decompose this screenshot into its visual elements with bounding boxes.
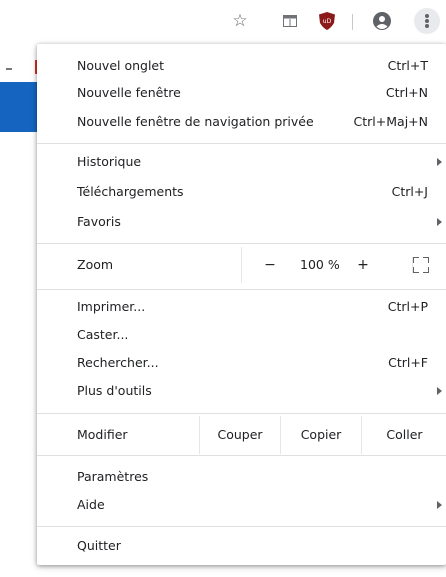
menu-item-label: Caster...: [77, 327, 129, 342]
menu-separator: [37, 143, 446, 144]
menu-item-label: Téléchargements: [77, 184, 184, 199]
menu-item-label: Favoris: [77, 214, 121, 229]
more-menu-icon[interactable]: [414, 8, 440, 34]
menu-separator: [37, 289, 446, 290]
zoom-controls: − 100 % +: [241, 247, 446, 283]
menu-separator: [37, 526, 446, 527]
menu-item-find[interactable]: Rechercher... Ctrl+F: [37, 351, 446, 375]
submenu-arrow-icon: [437, 158, 442, 166]
star-icon[interactable]: ☆: [229, 10, 251, 32]
menu-item-shortcut: Ctrl+N: [385, 85, 428, 100]
fullscreen-icon[interactable]: [412, 257, 429, 273]
menu-item-label: Paramètres: [77, 469, 149, 484]
menu-item-bookmarks[interactable]: Favoris: [37, 210, 446, 234]
menu-separator: [37, 243, 446, 244]
menu-item-shortcut: Ctrl+F: [388, 355, 428, 370]
submenu-arrow-icon: [437, 501, 442, 509]
zoom-out-button[interactable]: −: [262, 247, 278, 283]
browser-window: ☆ uD Nouvel onglet Ctrl+T Nouvelle fenêt…: [0, 0, 446, 577]
menu-item-new-tab[interactable]: Nouvel onglet Ctrl+T: [37, 54, 446, 78]
edit-label: Modifier: [77, 427, 128, 442]
browser-toolbar: ☆ uD: [0, 0, 446, 44]
menu-item-shortcut: Ctrl+T: [387, 58, 428, 73]
submenu-arrow-icon: [437, 218, 442, 226]
menu-item-history[interactable]: Historique: [37, 150, 446, 174]
menu-item-new-incognito-window[interactable]: Nouvelle fenêtre de navigation privée Ct…: [37, 110, 446, 134]
reading-list-icon[interactable]: [279, 10, 301, 32]
svg-text:uD: uD: [323, 18, 332, 25]
menu-separator: [37, 455, 446, 456]
menu-item-shortcut: Ctrl+Maj+N: [353, 114, 428, 129]
menu-item-help[interactable]: Aide: [37, 493, 446, 517]
menu-item-label: Rechercher...: [77, 355, 159, 370]
chrome-main-menu: Nouvel onglet Ctrl+T Nouvelle fenêtre Ct…: [37, 44, 446, 565]
menu-separator: [37, 413, 446, 414]
menu-item-shortcut: Ctrl+P: [387, 299, 428, 314]
zoom-label: Zoom: [77, 257, 114, 272]
copy-button[interactable]: Copier: [280, 416, 361, 454]
profile-icon[interactable]: [371, 10, 393, 32]
menu-item-settings[interactable]: Paramètres: [37, 465, 446, 489]
menu-item-label: Aide: [77, 497, 105, 512]
menu-zoom-row: Zoom − 100 % +: [37, 247, 446, 283]
zoom-in-button[interactable]: +: [355, 247, 371, 283]
page-fragment: [0, 82, 40, 132]
menu-item-label: Plus d'outils: [77, 383, 152, 398]
menu-item-label: Nouvelle fenêtre de navigation privée: [77, 114, 314, 129]
ublock-shield-icon[interactable]: uD: [316, 10, 338, 32]
menu-item-print[interactable]: Imprimer... Ctrl+P: [37, 295, 446, 319]
menu-item-more-tools[interactable]: Plus d'outils: [37, 379, 446, 403]
menu-item-label: Imprimer...: [77, 299, 146, 314]
menu-item-label: Historique: [77, 154, 142, 169]
cut-button[interactable]: Couper: [199, 416, 280, 454]
menu-item-shortcut: Ctrl+J: [391, 184, 428, 199]
menu-item-label: Nouvel onglet: [77, 58, 165, 73]
paste-button[interactable]: Coller: [361, 416, 446, 454]
submenu-arrow-icon: [437, 387, 442, 395]
page-fragment: [6, 68, 12, 70]
menu-item-quit[interactable]: Quitter: [37, 534, 446, 558]
menu-edit-row: Modifier Couper Copier Coller: [37, 416, 446, 454]
zoom-value: 100 %: [300, 257, 340, 272]
menu-item-new-window[interactable]: Nouvelle fenêtre Ctrl+N: [37, 81, 446, 105]
menu-item-downloads[interactable]: Téléchargements Ctrl+J: [37, 180, 446, 204]
menu-item-label: Nouvelle fenêtre: [77, 85, 181, 100]
menu-item-label: Quitter: [77, 538, 121, 553]
menu-item-cast[interactable]: Caster...: [37, 323, 446, 347]
toolbar-separator: [352, 14, 353, 30]
